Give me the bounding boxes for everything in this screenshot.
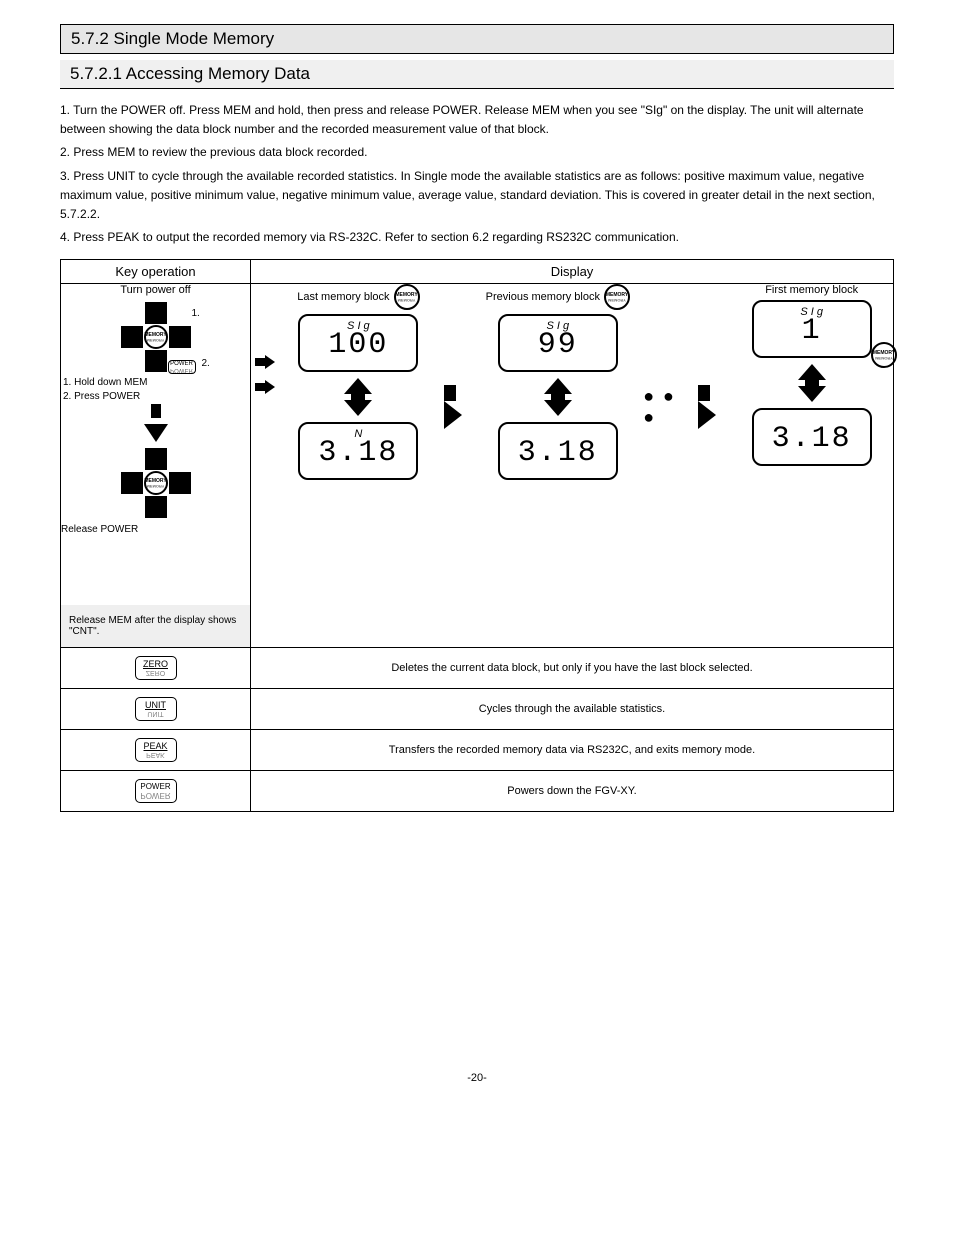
peak-desc: Transfers the recorded memory data via R… xyxy=(251,730,894,771)
paragraph-1: 1. Turn the POWER off. Press MEM and hol… xyxy=(60,101,894,139)
prev-block-label: Previous memory block xyxy=(486,291,600,303)
lcd-value-text: 3.18 xyxy=(772,424,852,454)
release-mem-note: Release MEM after the display shows "CNT… xyxy=(61,605,250,647)
memory-icon: MEMORYMEMORY xyxy=(604,284,630,310)
updown-arrow-icon xyxy=(344,378,372,416)
updown-arrow-icon xyxy=(798,364,826,402)
power-row: POWERPOWER Powers down the FGV-XY. xyxy=(61,771,894,812)
previous-memory-block: Previous memory block MEMORYMEMORY S I g… xyxy=(476,284,639,480)
lcd-value-99: 99 xyxy=(538,330,578,360)
lcd-value-318-3: N 3.18 xyxy=(752,408,872,466)
zero-row: ZEROZERO Deletes the current data block,… xyxy=(61,648,894,689)
memory-icon: MEMORYMEMORY xyxy=(394,284,420,310)
section-5-7-2-header: 5.7.2 Single Mode Memory xyxy=(60,24,894,54)
lcd-value-100: 100 xyxy=(328,330,388,360)
display-cell: Last memory block MEMORYMEMORY S I g 100… xyxy=(251,284,894,648)
paragraph-3: 3. Press UNIT to cycle through the avail… xyxy=(60,167,894,225)
turn-power-off-label: Turn power off xyxy=(61,284,250,296)
annotation-2: 2. xyxy=(202,358,210,369)
power-button-icon: POWERPOWER xyxy=(168,360,196,374)
annotation-1: 1. xyxy=(192,308,200,319)
peak-key-icon: PEAKPEAK xyxy=(135,738,177,762)
zero-desc: Deletes the current data block, but only… xyxy=(251,648,894,689)
entry-arrows-icon xyxy=(255,354,275,394)
key-operation-cell: Turn power off MEMORYMEMORY POWERPOWER 1… xyxy=(61,284,251,648)
unit-desc: Cycles through the available statistics. xyxy=(251,689,894,730)
lcd-value-318-1: N 3.18 xyxy=(298,422,418,480)
ellipsis-icon: ● ● ● xyxy=(643,386,693,428)
lcd-block-100: S I g 100 xyxy=(298,314,418,372)
unit-row: UNITUNIT Cycles through the available st… xyxy=(61,689,894,730)
first-memory-block: First memory block S I g 1 N 3.18 MEMORY… xyxy=(730,284,893,466)
step-1-label: 1. Hold down MEM xyxy=(63,376,250,390)
header-display: Display xyxy=(251,260,894,284)
lcd-block-99: S I g 99 xyxy=(498,314,618,372)
paragraph-2: 2. Press MEM to review the previous data… xyxy=(60,143,894,162)
right-arrow-icon xyxy=(444,385,473,429)
step-2-label: 2. Press POWER xyxy=(63,390,250,404)
peak-row: PEAKPEAK Transfers the recorded memory d… xyxy=(61,730,894,771)
power-key-icon: POWERPOWER xyxy=(135,779,177,803)
lcd-value-1: 1 xyxy=(802,316,822,346)
memory-icon: MEMORYMEMORY xyxy=(871,342,897,368)
power-desc: Powers down the FGV-XY. xyxy=(251,771,894,812)
lcd-block-1: S I g 1 xyxy=(752,300,872,358)
release-power-label: Release POWER xyxy=(61,524,250,535)
lcd-value-318-2: N 3.18 xyxy=(498,422,618,480)
right-arrow-icon xyxy=(698,385,727,429)
down-arrow-icon xyxy=(61,404,250,442)
section-5-7-2-1-header: 5.7.2.1 Accessing Memory Data xyxy=(60,60,894,89)
paragraph-4: 4. Press PEAK to output the recorded mem… xyxy=(60,228,894,247)
operation-display-table: Key operation Display Turn power off MEM… xyxy=(60,259,894,812)
updown-arrow-icon xyxy=(544,378,572,416)
header-key-operation: Key operation xyxy=(61,260,251,284)
unit-key-icon: UNITUNIT xyxy=(135,697,177,721)
page-number: -20- xyxy=(60,1072,894,1084)
first-block-label: First memory block xyxy=(765,284,858,296)
last-block-label: Last memory block xyxy=(297,291,389,303)
last-memory-block: Last memory block MEMORYMEMORY S I g 100… xyxy=(277,284,440,480)
memory-button-icon-2: MEMORYMEMORY xyxy=(144,471,168,495)
zero-key-icon: ZEROZERO xyxy=(135,656,177,680)
lcd-value-text: 3.18 xyxy=(518,438,598,468)
lcd-value-text: 3.18 xyxy=(318,438,398,468)
memory-button-icon: MEMORYMEMORY xyxy=(144,325,168,349)
dpad-icon-2: MEMORYMEMORY xyxy=(121,448,191,518)
